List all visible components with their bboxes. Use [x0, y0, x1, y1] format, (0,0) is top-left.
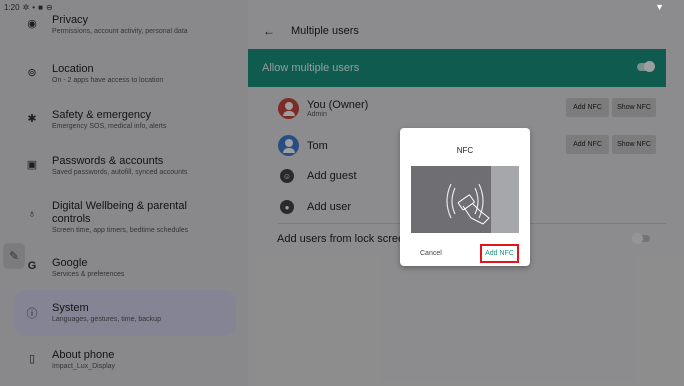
stop-status-icon: ■ [38, 3, 43, 12]
dialog-cancel-button[interactable]: Cancel [420, 250, 442, 257]
user-row-owner[interactable]: You (Owner) Admin [278, 98, 368, 119]
phone-icon: ▯ [28, 353, 36, 365]
status-bar: 1:20 ✲ • ■ ⊖ [4, 3, 53, 12]
sidebar-item-title: Passwords & accounts [52, 155, 164, 167]
sidebar-item-title: Safety & emergency [52, 109, 152, 121]
sidebar-item-title: Location [52, 63, 94, 75]
user-subtitle: Admin [307, 111, 327, 118]
sidebar-item-subtitle: Permissions, account activity, personal … [52, 28, 188, 35]
sidebar-item-subtitle: Saved passwords, autofill, synced accoun… [52, 169, 188, 176]
wellbeing-icon: ♁ [27, 208, 37, 220]
location-icon: ⊚ [27, 67, 37, 79]
show-nfc-button[interactable]: Show NFC [612, 135, 656, 154]
add-nfc-button[interactable]: Add NFC [566, 98, 609, 117]
privacy-icon: ◉ [27, 18, 37, 30]
nfc-illustration [411, 166, 519, 233]
add-user-label: Add user [307, 201, 352, 213]
nfc-dialog: NFC Cancel Add NFC [400, 128, 530, 266]
sidebar-item-system[interactable]: ⓘ System Languages, gestures, time, back… [14, 290, 236, 336]
edit-button[interactable]: ✎ [3, 243, 25, 269]
sidebar-item-subtitle: Services & preferences [52, 271, 125, 278]
sidebar-item-title: Google [52, 257, 88, 269]
sidebar-item-wellbeing[interactable]: ♁ Digital Wellbeing & parental controls … [14, 200, 236, 236]
add-user-icon: ● [280, 200, 294, 214]
pencil-icon: ✎ [8, 249, 20, 263]
info-icon: ⓘ [26, 308, 38, 320]
user-avatar-icon [278, 98, 299, 119]
show-nfc-button[interactable]: Show NFC [612, 98, 656, 117]
sidebar-item-subtitle: Languages, gestures, time, backup [52, 315, 161, 323]
sidebar-item-safety[interactable]: ✱ Safety & emergency Emergency SOS, medi… [14, 109, 236, 132]
back-arrow-icon[interactable]: ← [263, 24, 275, 38]
sidebar-item-location[interactable]: ⊚ Location On - 2 apps have access to lo… [14, 63, 236, 86]
sidebar-item-passwords[interactable]: ▣ Passwords & accounts Saved passwords, … [14, 155, 236, 178]
sidebar-item-subtitle: Impact_Lux_Display [52, 363, 116, 370]
settings-status-icon: ✲ [22, 3, 30, 12]
status-time: 1:20 [4, 3, 20, 12]
sidebar-item-title: About phone [52, 349, 115, 361]
passwords-icon: ▣ [26, 159, 38, 171]
allow-multiple-users-row[interactable]: Allow multiple users [248, 49, 666, 87]
toggle-knob [632, 233, 643, 244]
sidebar-item-title: System [52, 301, 89, 314]
sidebar-item-privacy[interactable]: ◉ Privacy Permissions, account activity,… [14, 14, 236, 37]
lockscreen-label: Add users from lock screen [277, 233, 411, 245]
sidebar-item-about[interactable]: ▯ About phone Impact_Lux_Display [14, 349, 236, 372]
user-name: You (Owner) [307, 99, 369, 111]
nfc-tap-icon [446, 183, 490, 225]
wifi-icon: ▼ [655, 2, 664, 12]
sidebar-item-subtitle: Emergency SOS, medical info, alerts [52, 123, 167, 130]
lockscreen-toggle[interactable] [632, 233, 650, 244]
page-title: Multiple users [291, 25, 359, 37]
dialog-add-nfc-button[interactable]: Add NFC [480, 244, 519, 263]
allow-multiple-users-toggle[interactable] [637, 61, 655, 72]
emergency-icon: ✱ [27, 113, 37, 125]
sidebar-item-google[interactable]: G Google Services & preferences [14, 257, 236, 280]
allow-multiple-users-label: Allow multiple users [262, 62, 360, 74]
add-user-row[interactable]: ● Add user [280, 200, 351, 214]
toggle-knob [644, 61, 655, 72]
user-row-tom[interactable]: Tom [278, 135, 328, 156]
dot-status-icon: • [32, 3, 36, 12]
sync-status-icon: ⊖ [45, 3, 53, 12]
top-app-bar: ← Multiple users [248, 15, 684, 47]
sidebar-item-title: Digital Wellbeing & parental controls [52, 200, 187, 225]
sidebar-item-title: Privacy [52, 14, 89, 26]
guest-icon: ☺ [280, 169, 294, 183]
dialog-title: NFC [456, 146, 474, 155]
add-guest-label: Add guest [307, 170, 357, 182]
sidebar-item-subtitle: Screen time, app timers, bedtime schedul… [52, 227, 189, 234]
google-icon: G [27, 260, 37, 272]
add-nfc-button[interactable]: Add NFC [566, 135, 609, 154]
sidebar-item-subtitle: On - 2 apps have access to location [52, 77, 164, 84]
add-guest-row[interactable]: ☺ Add guest [280, 169, 357, 183]
user-avatar-icon [278, 135, 299, 156]
user-name: Tom [307, 139, 328, 152]
